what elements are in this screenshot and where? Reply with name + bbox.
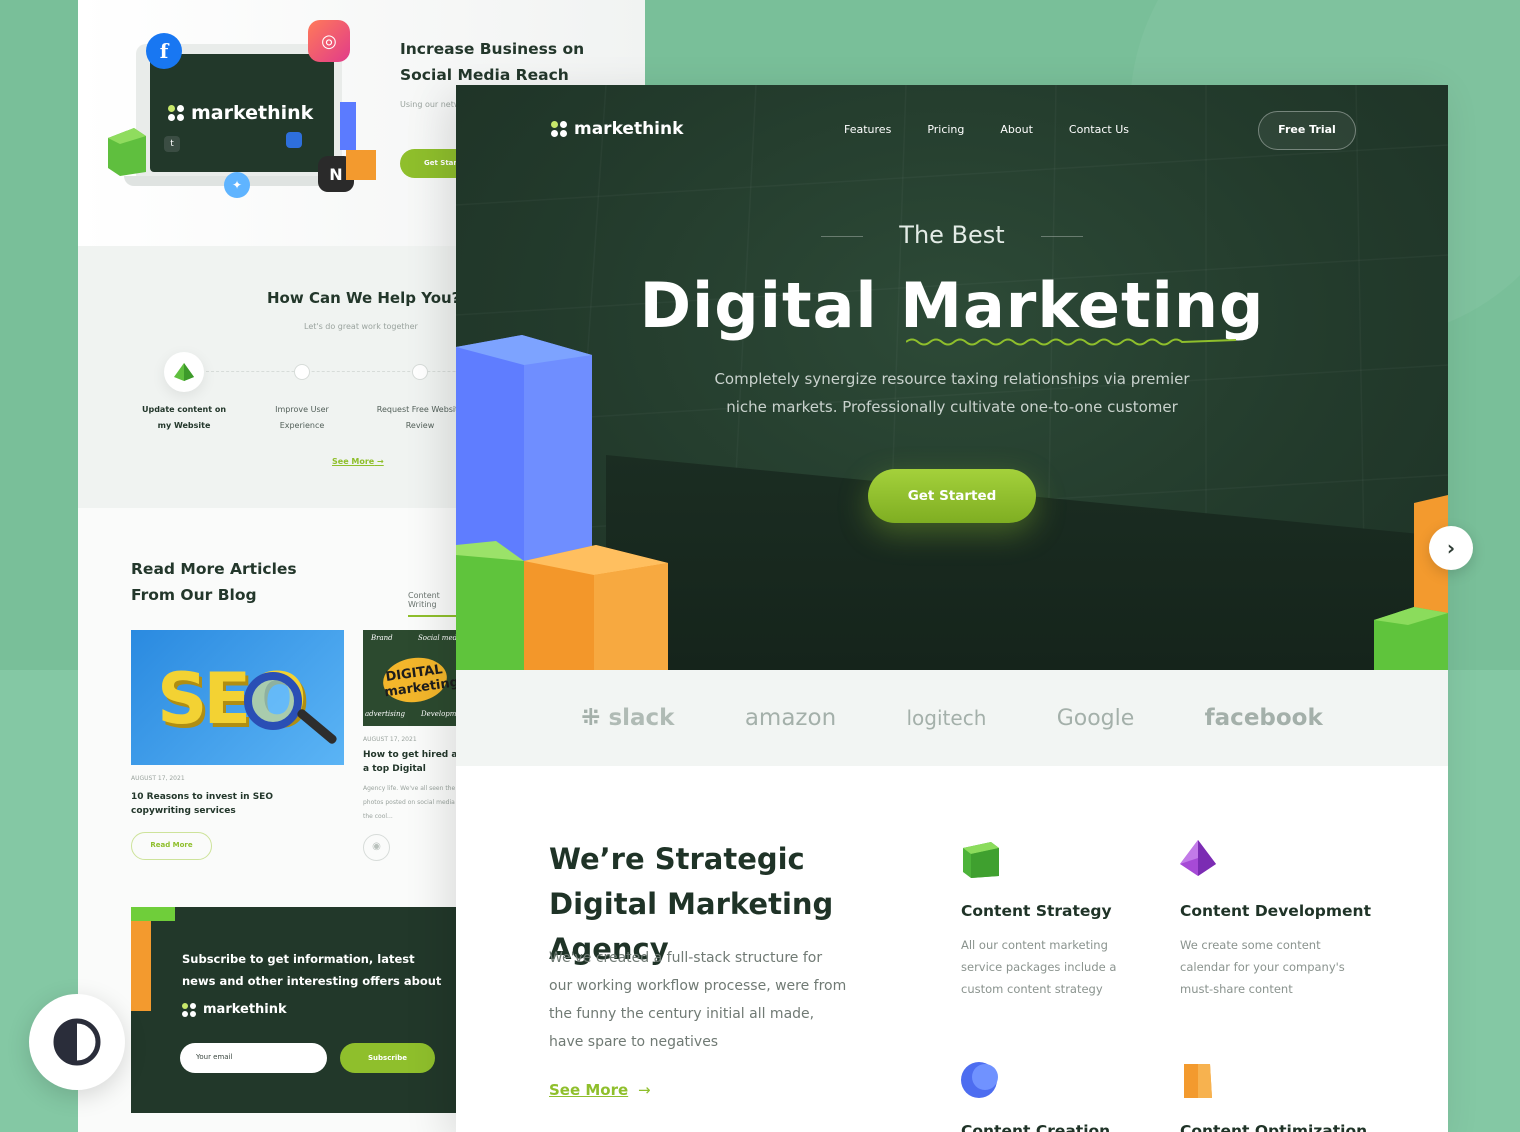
nav-item-contact[interactable]: Contact Us [1069, 123, 1129, 136]
slack-logo: ⁜ slack [581, 705, 675, 731]
arrow-right-icon: → [377, 457, 384, 466]
right-cubes-illustration [1374, 495, 1448, 670]
theme-toggle-button[interactable] [29, 994, 125, 1090]
facebook-logo: facebook [1204, 705, 1323, 731]
eye-icon[interactable]: ◉ [363, 834, 390, 861]
screen-logo: markethink [168, 102, 313, 124]
seo-post-image: SEO [131, 630, 344, 765]
back-hero-title: Increase Business on Social Media Reach [400, 40, 585, 84]
cubes-decoration [131, 907, 175, 1011]
service-title: Content Optimization [1180, 1122, 1368, 1132]
instagram-icon: ◎ [308, 20, 350, 62]
post-date: AUGUST 17, 2021 [131, 775, 185, 782]
twitter-icon: ✦ [224, 172, 250, 198]
step-active-circle [164, 352, 204, 392]
post-date: AUGUST 17, 2021 [363, 736, 417, 743]
front-page-preview: markethink Features Pricing About Contac… [456, 85, 1448, 1132]
green-cube-icon [963, 842, 999, 878]
hero-headline: Digital Marketing [639, 269, 1265, 342]
tumblr-icon: t [164, 136, 180, 152]
amazon-logo: amazon [744, 705, 837, 731]
service-title: Content Strategy [961, 902, 1112, 920]
hero-description: Completely synergize resource taxing rel… [714, 370, 1190, 416]
google-logo: Google [1056, 705, 1135, 731]
post-excerpt: Agency life. We've all seen the photos p… [363, 785, 456, 820]
service-text: We create some content calendar for your… [1180, 938, 1345, 996]
help-see-more-link[interactable]: See More → [332, 457, 384, 466]
step-label: Improve User Experience [275, 405, 329, 430]
service-content-strategy: Content Strategy All our content marketi… [961, 840, 1161, 1000]
contrast-icon [53, 1018, 101, 1066]
green-pyramid-icon [174, 363, 194, 381]
magnifier-icon [244, 672, 302, 730]
brand-logo[interactable]: markethink [551, 119, 683, 139]
step-improve-ux[interactable]: Improve User Experience [252, 364, 352, 434]
blue-orange-cubes-decoration [340, 102, 376, 180]
logitech-logo: logitech [906, 706, 987, 730]
help-title: How Can We Help You? [267, 289, 461, 307]
squiggle-underline [906, 338, 1236, 346]
step-circle [412, 364, 428, 380]
about-see-more-link[interactable]: See More [549, 1081, 628, 1099]
subscribe-button[interactable]: Subscribe [340, 1043, 435, 1073]
logo-dots-icon [551, 121, 567, 137]
purple-pyramid-icon [1180, 840, 1216, 876]
subscribe-logo: markethink [182, 1002, 287, 1017]
service-title: Content Development [1180, 902, 1371, 920]
blue-sphere-icon [961, 1062, 998, 1098]
orange-prism-icon [1184, 1064, 1212, 1098]
laptop-screen: markethink t [150, 54, 334, 172]
service-title: Content Creation [961, 1122, 1111, 1132]
nav-item-about[interactable]: About [1000, 123, 1033, 136]
subscribe-text: Subscribe to get information, latest new… [182, 952, 442, 988]
service-text: All our content marketing service packag… [961, 938, 1117, 996]
stacked-cubes-illustration [456, 335, 668, 670]
nav-item-pricing[interactable]: Pricing [927, 123, 964, 136]
logo-dots-icon [168, 105, 184, 121]
service-content-development: Content Development We create some conte… [1180, 840, 1380, 1000]
hero-eyebrow: The Best [456, 221, 1448, 249]
blog-title: Read More Articles From Our Blog [131, 560, 297, 604]
nav-item-features[interactable]: Features [844, 123, 891, 136]
read-more-button[interactable]: Read More [131, 832, 212, 860]
step-circle [294, 364, 310, 380]
brand-logos-strip: ⁜ slack amazon logitech Google facebook [456, 670, 1448, 766]
green-cube-decoration [108, 128, 146, 176]
arrow-right-icon: → [638, 1081, 651, 1099]
facebook-icon: f [146, 33, 182, 69]
step-update-content[interactable]: Update content on my Website [134, 352, 234, 434]
hero-section: markethink Features Pricing About Contac… [456, 85, 1448, 670]
chevron-right-icon[interactable]: › [1429, 526, 1473, 570]
logo-dots-icon [182, 1002, 196, 1017]
get-started-button[interactable]: Get Started [868, 469, 1036, 523]
step-label: Request Free Website Review [376, 405, 464, 430]
email-input[interactable]: Your email [180, 1043, 327, 1073]
help-subtitle: Let's do great work together [304, 322, 418, 331]
service-content-optimization: Content Optimization [1180, 1060, 1380, 1132]
messenger-icon [286, 132, 302, 148]
step-label: Update content on my Website [141, 405, 227, 430]
free-trial-button[interactable]: Free Trial [1258, 111, 1356, 150]
about-text: We've created a full-stack structure for… [549, 950, 847, 1050]
post-title[interactable]: How to get hired at a top Digital Market… [363, 748, 463, 776]
post-title[interactable]: 10 Reasons to invest in SEO copywriting … [131, 790, 336, 818]
service-content-creation: Content Creation [961, 1060, 1161, 1132]
main-nav: Features Pricing About Contact Us [844, 123, 1129, 136]
step-request-review[interactable]: Request Free Website Review [370, 364, 470, 434]
